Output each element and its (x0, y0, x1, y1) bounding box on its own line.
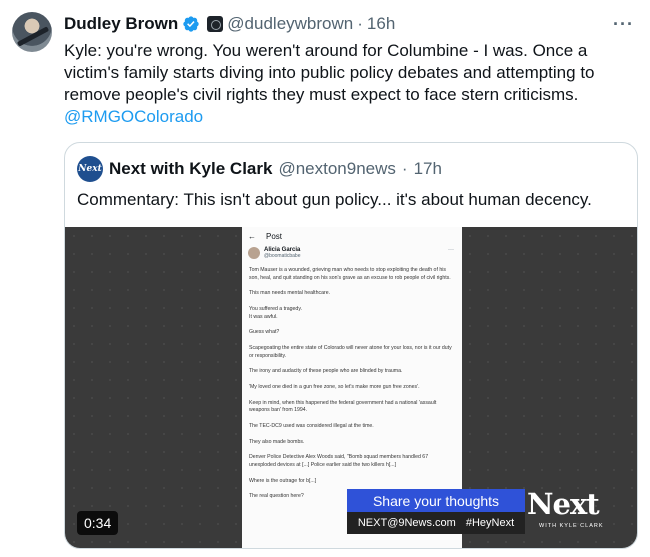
post-topbar: ← Post (248, 232, 282, 241)
post-body: Tom Mauser is a wounded, grieving man wh… (249, 267, 455, 509)
logo-text: Next (527, 487, 600, 521)
author-avatar[interactable] (12, 12, 52, 52)
separator-dot: · (357, 14, 363, 33)
post-user-handle: @boomaticbabe (264, 253, 301, 259)
contact-hashtag: #HeyNext (465, 517, 515, 529)
tweet-timestamp[interactable]: 16h (367, 14, 395, 34)
tweet-text: Kyle: you're wrong. You weren't around f… (64, 40, 634, 128)
quote-text: Commentary: This isn't about gun policy.… (77, 190, 592, 209)
post-paragraph: Denver Police Detective Alex Woods said,… (249, 454, 429, 468)
tweet-header: Dudley Brown @dudleywbrown · 16h (64, 12, 395, 36)
affiliate-badge-icon (207, 16, 224, 32)
separator-dot: · (401, 159, 408, 178)
post-paragraph: Keep in mind, when this happened the fed… (249, 399, 437, 414)
quote-header: Next Next with Kyle Clark @nexton9news ·… (77, 156, 442, 182)
quote-author-handle[interactable]: @nexton9news (278, 159, 395, 179)
more-icon[interactable]: ··· (613, 14, 634, 35)
mention-link[interactable]: @RMGOColorado (64, 107, 203, 126)
verified-badge-icon (183, 16, 199, 32)
quote-avatar[interactable]: Next (77, 156, 103, 182)
video-duration: 0:34 (77, 511, 119, 535)
next-logo: Next WITH KYLE CLARK (527, 487, 623, 535)
post-paragraph: You suffered a tragedy. It was awful. (249, 305, 302, 320)
quote-author-name[interactable]: Next with Kyle Clark (109, 159, 272, 179)
tweet-body: Kyle: you're wrong. You weren't around f… (64, 41, 595, 104)
quoted-tweet[interactable]: Next Next with Kyle Clark @nexton9news ·… (64, 142, 638, 549)
post-paragraph: Scapegoating the entire state of Colorad… (249, 344, 452, 359)
post-paragraph: They also made bombs. (249, 438, 305, 445)
video-player[interactable]: ← Post Alicia Garcia @boomaticbabe ··· T… (65, 227, 637, 548)
quote-timestamp[interactable]: 17h (414, 159, 442, 179)
post-paragraph: Tom Mauser is a wounded, grieving man wh… (249, 267, 451, 281)
post-title: Post (266, 232, 283, 241)
contact-email: NEXT@9News.com (357, 517, 456, 529)
back-arrow-icon: ← (248, 232, 256, 241)
author-handle[interactable]: @dudleywbrown (227, 14, 353, 34)
author-name[interactable]: Dudley Brown (64, 14, 178, 34)
post-user: Alicia Garcia @boomaticbabe (248, 247, 301, 259)
post-paragraph: This man needs mental healthcare. (249, 290, 331, 297)
post-more-icon: ··· (448, 247, 454, 253)
post-paragraph: Guess what? (249, 329, 280, 336)
share-thoughts-banner: Share your thoughts (347, 489, 525, 512)
logo-subtext: WITH KYLE CLARK (539, 523, 604, 529)
post-paragraph: Where is the outrage for b[...] (249, 477, 317, 484)
tweet[interactable]: Dudley Brown @dudleywbrown · 16h ··· Kyl… (0, 0, 650, 557)
post-avatar (248, 247, 260, 259)
post-paragraph: The irony and audacity of these people w… (249, 368, 403, 375)
post-paragraph: The TEC-DC9 used was considered illegal … (249, 422, 374, 429)
post-paragraph: 'My loved one died in a gun free zone, s… (249, 383, 420, 390)
contact-banner: NEXT@9News.com #HeyNext (347, 512, 525, 534)
